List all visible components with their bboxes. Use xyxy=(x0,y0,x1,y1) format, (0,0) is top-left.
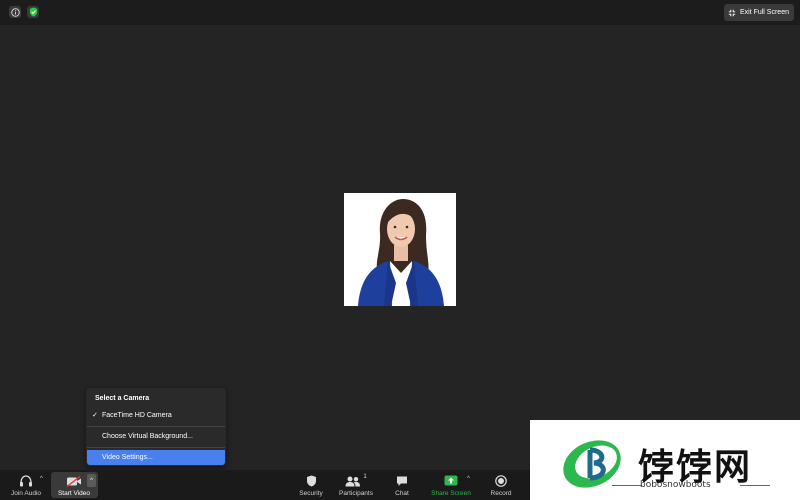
security-label: Security xyxy=(299,490,323,497)
headphones-icon xyxy=(19,470,33,487)
top-bar: Exit Full Screen xyxy=(0,0,800,25)
audio-options-caret-icon[interactable]: ^ xyxy=(40,476,43,482)
site-watermark: 饽饽网 bobosnowboots xyxy=(530,420,800,500)
participants-button[interactable]: 1 Participants xyxy=(334,470,378,500)
menu-item-label: Choose Virtual Background... xyxy=(102,432,193,440)
shield-icon xyxy=(306,470,317,487)
watermark-logo-icon xyxy=(563,440,621,488)
record-label: Record xyxy=(490,490,512,497)
menu-divider xyxy=(87,426,225,427)
menu-item-virtual-background[interactable]: Choose Virtual Background... xyxy=(87,429,225,443)
menu-item-label: Video Settings... xyxy=(102,454,153,461)
menu-item-facetime-camera[interactable]: ✓ FaceTime HD Camera xyxy=(87,408,225,422)
menu-item-label: FaceTime HD Camera xyxy=(102,411,172,419)
select-camera-menu: Select a Camera ✓ FaceTime HD Camera Cho… xyxy=(86,388,226,466)
menu-item-video-settings[interactable]: Video Settings... xyxy=(87,450,225,465)
share-screen-button[interactable]: Share Screen xyxy=(428,470,474,500)
info-icon[interactable] xyxy=(9,6,21,18)
participants-count: 1 xyxy=(363,474,367,480)
watermark-subtitle: bobosnowboots xyxy=(640,480,711,490)
participants-label: Participants xyxy=(339,490,373,497)
exit-fullscreen-icon xyxy=(728,9,736,16)
participant-photo xyxy=(344,193,456,306)
exit-fullscreen-label: Exit Full Screen xyxy=(739,9,789,16)
share-screen-icon xyxy=(444,470,458,487)
shield-check-icon[interactable] xyxy=(27,6,39,18)
checkmark-icon: ✓ xyxy=(92,412,98,419)
join-audio-label: Join Audio xyxy=(11,490,41,497)
share-options-caret-icon[interactable]: ^ xyxy=(467,476,470,482)
join-audio-button[interactable]: Join Audio xyxy=(8,470,44,500)
video-off-icon xyxy=(66,470,82,487)
exit-fullscreen-button[interactable]: Exit Full Screen xyxy=(723,4,794,21)
chat-bubble-icon xyxy=(396,470,408,487)
chat-label: Chat xyxy=(395,490,409,497)
chat-button[interactable]: Chat xyxy=(388,470,416,500)
menu-header: Select a Camera xyxy=(95,395,150,402)
security-button[interactable]: Security xyxy=(294,470,328,500)
record-button[interactable]: Record xyxy=(486,470,516,500)
participants-icon: 1 xyxy=(345,470,367,487)
record-icon xyxy=(495,470,507,487)
watermark-divider xyxy=(740,485,770,486)
menu-divider xyxy=(87,447,225,448)
share-screen-label: Share Screen xyxy=(431,490,471,497)
participant-video-tile[interactable] xyxy=(344,193,456,306)
start-video-label: Start Video xyxy=(57,490,91,497)
video-options-caret-icon[interactable]: ^ xyxy=(87,474,96,487)
watermark-divider xyxy=(612,485,642,486)
